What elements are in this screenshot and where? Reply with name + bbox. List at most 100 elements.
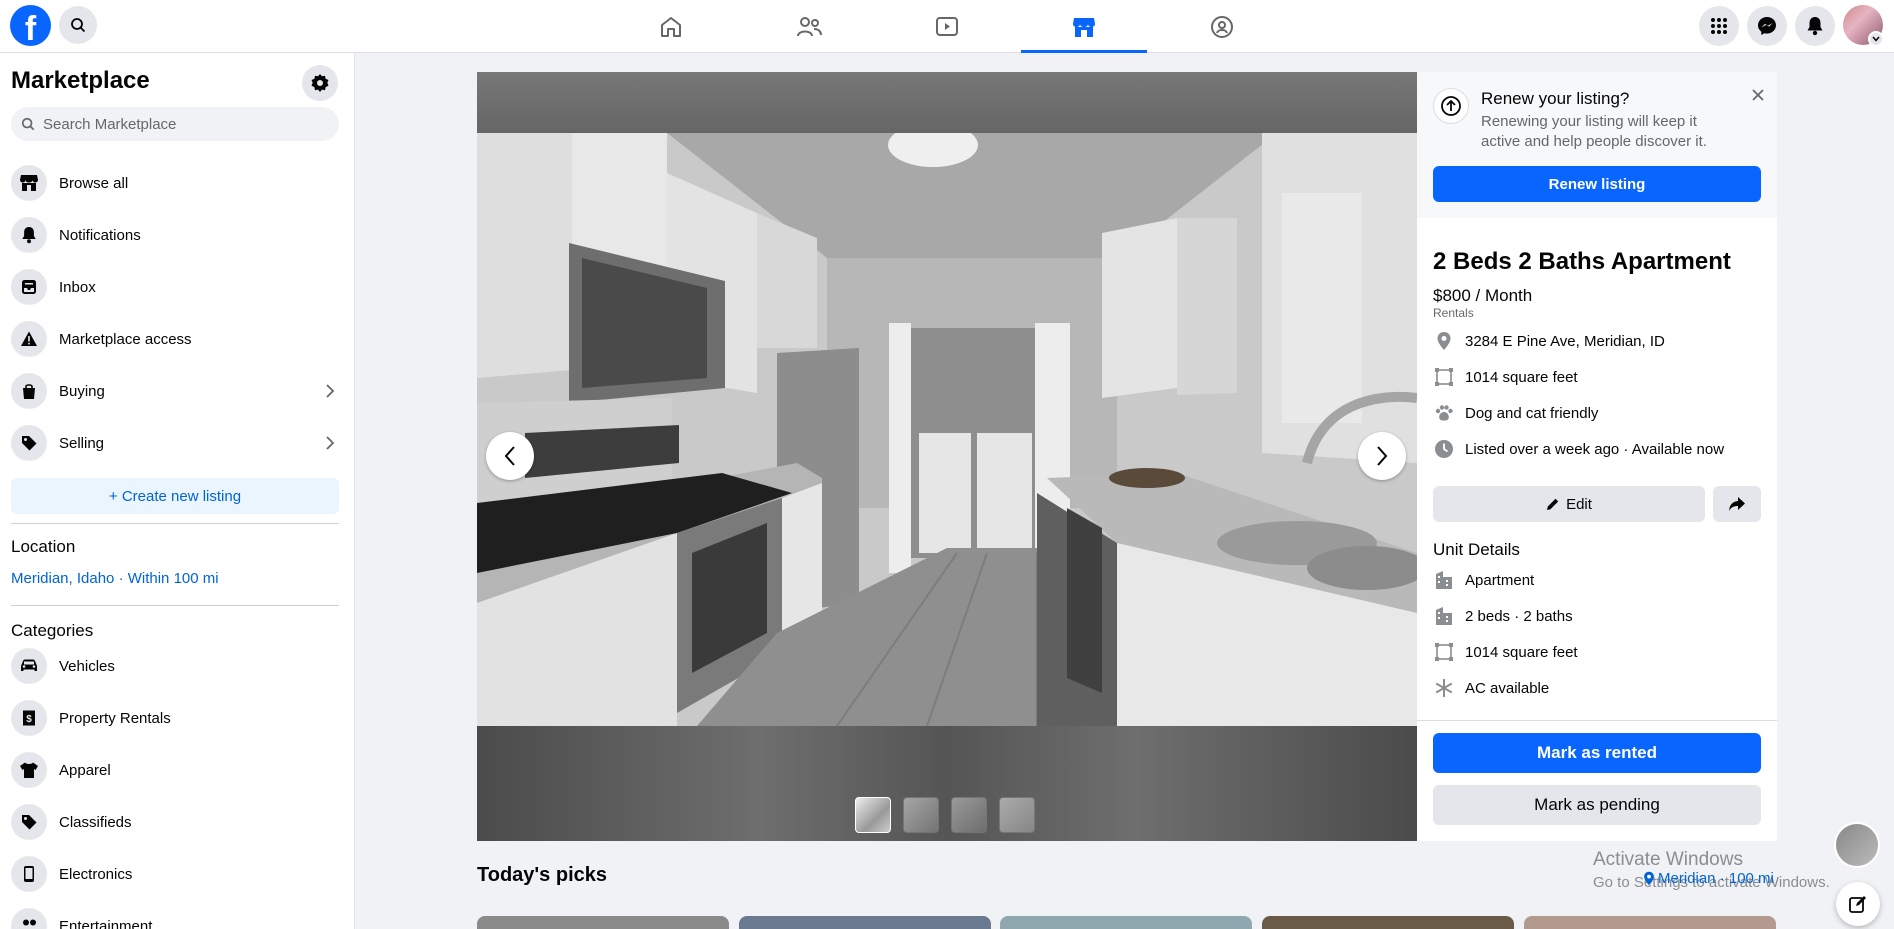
edit-listing-button[interactable]: Edit bbox=[1433, 486, 1705, 522]
category-classifieds[interactable]: Classifieds bbox=[8, 798, 339, 846]
unit-detail-area: 1014 square feet bbox=[1433, 640, 1578, 664]
building-icon bbox=[1436, 607, 1452, 625]
renew-title: Renew your listing? bbox=[1481, 89, 1630, 108]
detail-text: Dog and cat friendly bbox=[1465, 404, 1599, 422]
chat-head-avatar[interactable] bbox=[1834, 822, 1880, 868]
photo-thumbnail[interactable] bbox=[999, 797, 1035, 833]
phone-icon-wrap bbox=[11, 856, 47, 892]
menu-button[interactable] bbox=[1699, 6, 1739, 46]
tab-marketplace[interactable] bbox=[1021, 0, 1147, 53]
photo-thumbnail[interactable] bbox=[951, 797, 987, 833]
upload-arrow-icon-wrap bbox=[1433, 88, 1469, 124]
unit-detail-ac: AC available bbox=[1433, 676, 1549, 700]
category-label: Entertainment bbox=[59, 917, 153, 929]
search-input[interactable] bbox=[43, 115, 323, 133]
divider bbox=[11, 605, 339, 606]
pick-card[interactable] bbox=[1524, 916, 1776, 929]
photo-thumbnail[interactable] bbox=[903, 797, 939, 833]
category-electronics[interactable]: Electronics bbox=[8, 850, 339, 898]
location-pin-icon bbox=[1437, 332, 1451, 350]
notifications-button[interactable] bbox=[1795, 6, 1835, 46]
new-message-button[interactable] bbox=[1836, 882, 1880, 926]
facebook-logo[interactable]: f bbox=[10, 5, 51, 46]
groups-icon bbox=[1211, 15, 1233, 38]
listing-photo-gallery bbox=[477, 72, 1417, 841]
snowflake-icon bbox=[1435, 679, 1453, 697]
settings-button[interactable] bbox=[302, 65, 338, 101]
storefront-icon bbox=[20, 175, 38, 191]
tab-friends[interactable] bbox=[746, 0, 872, 53]
close-renew-prompt-button[interactable] bbox=[1747, 84, 1769, 106]
category-entertainment[interactable]: Entertainment bbox=[8, 902, 339, 929]
listing-title: 2 Beds 2 Baths Apartment bbox=[1433, 248, 1731, 275]
bell-icon bbox=[22, 227, 36, 244]
category-property-rentals[interactable]: $ Property Rentals bbox=[8, 694, 339, 742]
pencil-icon bbox=[1547, 498, 1559, 510]
location-heading: Location bbox=[11, 537, 76, 556]
area-icon bbox=[1435, 368, 1453, 386]
category-vehicles[interactable]: Vehicles bbox=[8, 642, 339, 690]
sidebar-item-label: Buying bbox=[59, 382, 105, 400]
location-filter-link[interactable]: Meridian, Idaho · Within 100 mi bbox=[11, 570, 219, 587]
tag-icon bbox=[22, 815, 37, 830]
detail-text: Apartment bbox=[1465, 571, 1535, 589]
sidebar-item-selling[interactable]: Selling bbox=[8, 419, 339, 467]
bell-icon-wrap bbox=[11, 217, 47, 253]
sidebar-item-buying[interactable]: Buying bbox=[8, 367, 339, 415]
next-photo-button[interactable] bbox=[1358, 432, 1406, 480]
tag-icon-wrap bbox=[11, 804, 47, 840]
kitchen-photo bbox=[477, 133, 1417, 726]
sidebar-item-browse-all[interactable]: Browse all bbox=[8, 159, 339, 207]
sidebar-item-notifications[interactable]: Notifications bbox=[8, 211, 339, 259]
marketplace-search[interactable] bbox=[11, 107, 339, 141]
pick-card[interactable] bbox=[739, 916, 991, 929]
renew-listing-prompt: Renew your listing? Renewing your listin… bbox=[1417, 72, 1777, 218]
detail-text: AC available bbox=[1465, 679, 1550, 697]
sidebar-item-label: Marketplace access bbox=[59, 330, 192, 348]
tab-home[interactable] bbox=[608, 0, 734, 53]
mark-as-rented-button[interactable]: Mark as rented bbox=[1433, 733, 1761, 773]
search-icon bbox=[71, 18, 86, 33]
detail-text: 3284 E Pine Ave, Meridian, ID bbox=[1465, 332, 1665, 350]
todays-picks-heading: Today's picks bbox=[477, 864, 607, 886]
account-menu-caret[interactable] bbox=[1868, 31, 1884, 47]
tab-groups[interactable] bbox=[1159, 0, 1285, 53]
detail-area: 1014 square feet bbox=[1433, 365, 1578, 389]
pick-card[interactable] bbox=[1000, 916, 1252, 929]
activate-windows-title: Activate Windows bbox=[1593, 849, 1743, 870]
listing-category[interactable]: Rentals bbox=[1433, 306, 1474, 320]
location-chip[interactable]: Meridian · 100 mi bbox=[1643, 870, 1774, 887]
sidebar-item-label: Selling bbox=[59, 434, 105, 452]
mark-as-pending-button[interactable]: Mark as pending bbox=[1433, 785, 1761, 825]
share-button[interactable] bbox=[1713, 486, 1761, 522]
top-navigation-bar: f bbox=[0, 0, 1894, 53]
pick-card[interactable] bbox=[477, 916, 729, 929]
photo-thumbnail[interactable] bbox=[855, 797, 891, 833]
detail-text: Listed over a week ago · Available now bbox=[1465, 440, 1725, 458]
create-new-listing-button[interactable]: + Create new listing bbox=[11, 478, 339, 514]
category-label: Electronics bbox=[59, 865, 133, 883]
detail-address: 3284 E Pine Ave, Meridian, ID bbox=[1433, 329, 1665, 353]
sidebar-item-marketplace-access[interactable]: Marketplace access bbox=[8, 315, 339, 363]
pick-card[interactable] bbox=[1262, 916, 1514, 929]
warning-icon bbox=[21, 331, 37, 346]
messenger-icon bbox=[1758, 17, 1776, 35]
listing-photo[interactable] bbox=[477, 133, 1417, 726]
renew-listing-button[interactable]: Renew listing bbox=[1433, 166, 1761, 202]
previous-photo-button[interactable] bbox=[486, 432, 534, 480]
inbox-icon-wrap bbox=[11, 269, 47, 305]
tab-watch[interactable] bbox=[884, 0, 1010, 53]
search-icon bbox=[21, 117, 35, 131]
category-apparel[interactable]: Apparel bbox=[8, 746, 339, 794]
edit-label: Edit bbox=[1566, 495, 1592, 513]
storefront-icon-wrap bbox=[11, 165, 47, 201]
search-button[interactable] bbox=[59, 6, 97, 44]
chevron-right-icon bbox=[326, 436, 335, 450]
sidebar-item-inbox[interactable]: Inbox bbox=[8, 263, 339, 311]
detail-text: 1014 square feet bbox=[1465, 368, 1578, 386]
compose-icon bbox=[1849, 896, 1866, 913]
upload-arrow-icon bbox=[1441, 96, 1461, 116]
clock-icon bbox=[1435, 440, 1453, 458]
messenger-button[interactable] bbox=[1747, 6, 1787, 46]
unit-detail-beds-baths: 2 beds · 2 baths bbox=[1433, 604, 1573, 628]
